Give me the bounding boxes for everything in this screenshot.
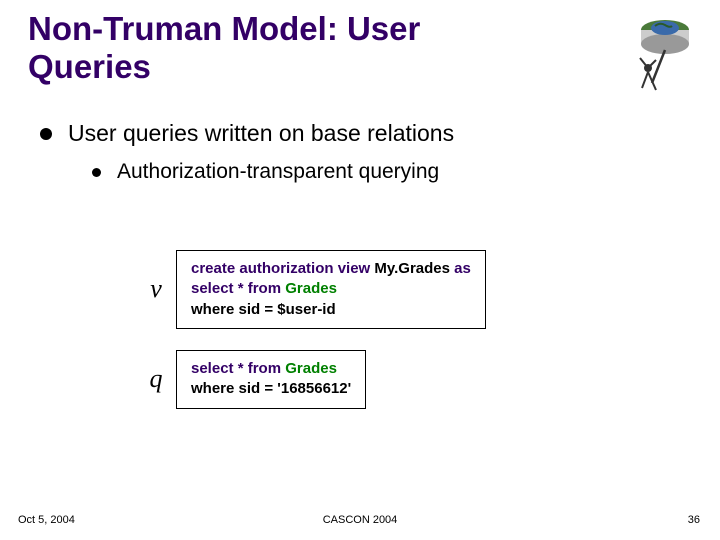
- table-name: Grades: [285, 280, 337, 297]
- kw-as: as: [454, 260, 471, 277]
- view-name: My.Grades: [374, 260, 450, 277]
- where-clause: where sid = '16856612': [191, 380, 351, 397]
- bullet-level-2: Authorization-transparent querying: [92, 160, 439, 184]
- globe-decoration-icon: [610, 8, 700, 98]
- kw-select: select * from: [191, 280, 281, 297]
- kw-select: select * from: [191, 360, 281, 377]
- code-block-v: v create authorization view My.Grades as…: [136, 250, 486, 329]
- bullet-level-1: User queries written on base relations: [40, 120, 454, 147]
- footer-date: Oct 5, 2004: [18, 514, 75, 526]
- table-name: Grades: [285, 360, 337, 377]
- code-block-q: q select * from Grades where sid = '1685…: [136, 350, 366, 409]
- where-clause: where sid = $user-id: [191, 301, 336, 318]
- block-label-q: q: [136, 364, 176, 394]
- bullet-1-text: User queries written on base relations: [68, 120, 454, 147]
- block-box-q: select * from Grades where sid = '168566…: [176, 350, 366, 409]
- slide-title: Non-Truman Model: User Queries: [28, 10, 548, 86]
- bullet-dot-icon: [40, 128, 52, 140]
- footer-conference: CASCON 2004: [323, 514, 398, 526]
- bullet-2-text: Authorization-transparent querying: [117, 160, 439, 184]
- footer-page-number: 36: [688, 514, 700, 526]
- block-box-v: create authorization view My.Grades as s…: [176, 250, 486, 329]
- kw-create: create authorization view: [191, 260, 370, 277]
- bullet-dot-icon: [92, 168, 101, 177]
- block-label-v: v: [136, 274, 176, 304]
